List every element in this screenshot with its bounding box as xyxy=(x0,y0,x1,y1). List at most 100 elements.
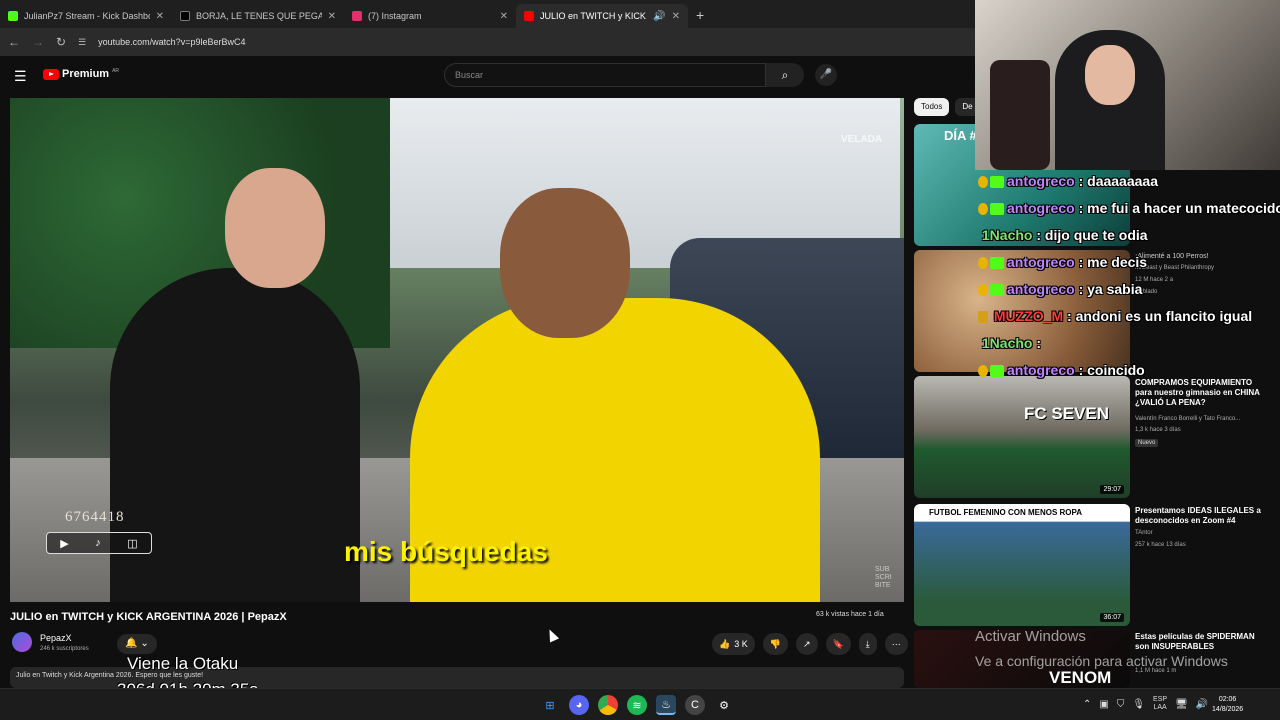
country-code: AR xyxy=(112,68,120,74)
streamer-webcam xyxy=(975,0,1280,170)
activate-line-2: Ve a configuración para activar Windows xyxy=(975,653,1228,669)
network-icon[interactable]: 🖥 xyxy=(1175,699,1188,710)
more-icon: ⋯ xyxy=(891,638,901,649)
velada-watermark: VELADA xyxy=(841,134,883,145)
badge-icon xyxy=(978,176,988,189)
recommended-channel: TAntor xyxy=(1135,530,1153,536)
system-clock[interactable]: 02:06 14/8/2026 xyxy=(1212,695,1243,715)
webcam-face xyxy=(1085,45,1135,105)
filter-chips: Todos De xyxy=(914,98,980,116)
chevron-up-icon[interactable]: ⌃ xyxy=(1083,699,1091,710)
youtube-icon: ▶ xyxy=(60,537,69,550)
instagram-icon xyxy=(352,11,362,21)
kick-icon xyxy=(990,203,1004,216)
share-button[interactable]: ↗ xyxy=(795,633,818,655)
kick-icon xyxy=(990,176,1004,189)
search-input[interactable]: Buscar xyxy=(444,63,766,87)
language-indicator[interactable]: ESP LAA xyxy=(1153,696,1167,712)
dislike-button[interactable]: 👎 xyxy=(762,633,788,655)
thumbnail-text: FC SEVEN xyxy=(1024,404,1110,423)
taskbar-apps: ⊞ ◕ ≋ ♨ C ⚙ xyxy=(540,695,734,715)
download-icon: ⤓ xyxy=(865,638,870,649)
recommended-meta: 257 k hace 13 días xyxy=(1135,542,1186,548)
stream-overlay-title: Viene la Otaku xyxy=(127,654,239,673)
save-button[interactable]: 🔖 xyxy=(825,633,851,655)
thumbs-up-icon: 👍 xyxy=(719,638,731,649)
thumbnail-text: FUTBOL FEMENINO CON MENOS ROPA xyxy=(929,508,1083,517)
steam-icon[interactable]: ♨ xyxy=(656,695,676,715)
chip-todos[interactable]: Todos xyxy=(914,98,950,116)
close-icon[interactable]: ✕ xyxy=(500,11,508,22)
reload-icon[interactable]: ↻ xyxy=(56,35,66,49)
spotify-icon[interactable]: ≋ xyxy=(627,695,647,715)
speaker-icon[interactable]: 🔊 xyxy=(653,11,665,22)
close-icon[interactable]: ✕ xyxy=(156,11,164,22)
app-tray-icon[interactable]: ▣ xyxy=(1099,699,1108,710)
youtube-logo[interactable]: Premium AR xyxy=(43,68,119,80)
new-badge: Nuevo xyxy=(1135,439,1159,447)
mouse-cursor xyxy=(544,627,560,643)
stream-chat-overlay: antogreco : daaaaaaaa antogreco : me fui… xyxy=(978,168,1280,384)
new-tab-button[interactable]: + xyxy=(688,7,712,28)
settings-icon[interactable]: ⚙ xyxy=(714,695,734,715)
tiktok-icon: ♪ xyxy=(95,537,101,549)
site-info-icon[interactable]: ☰ xyxy=(78,37,86,48)
crown-icon xyxy=(978,311,988,324)
bookmark-icon: 🔖 xyxy=(832,638,844,649)
twitch-icon: ◫ xyxy=(127,537,138,550)
microphone-icon: 🎤 xyxy=(819,69,833,80)
more-button[interactable]: ⋯ xyxy=(884,633,908,655)
recommended-video[interactable]: FUTBOL FEMENINO CON MENOS ROPA 36:07 Pre… xyxy=(914,504,1274,626)
recommended-title: Presentamos IDEAS ILEGALES a desconocido… xyxy=(1135,506,1261,525)
microphone-icon[interactable]: 🎙 xyxy=(1132,699,1145,710)
back-icon[interactable]: ← xyxy=(8,35,20,49)
video-title: JULIO en TWITCH y KICK ARGENTINA 2026 | … xyxy=(10,611,287,623)
discord-icon[interactable]: ◕ xyxy=(569,695,589,715)
kick-icon xyxy=(8,11,18,21)
search-icon: ⌕ xyxy=(781,68,789,82)
shield-icon[interactable]: ⛉ xyxy=(1117,699,1125,710)
recommended-channel: Valentín Franco Borrelli y Tato Franco..… xyxy=(1135,416,1241,422)
clock-date: 14/8/2026 xyxy=(1212,706,1244,713)
close-icon[interactable]: ✕ xyxy=(328,11,336,22)
webcam-chair xyxy=(990,60,1050,170)
video-duration: 36:07 xyxy=(1100,613,1124,622)
tab-kick-dashboard[interactable]: JulianPz7 Stream - Kick Dashbo ✕ xyxy=(0,4,172,28)
windows-taskbar: ⊞ ◕ ≋ ♨ C ⚙ ⌃ ▣ ⛉ 🎙 ESP LAA 🖥 🔊 02:06 14/… xyxy=(0,688,1280,720)
tab-youtube-video[interactable]: JULIO en TWITCH y KICK AR🔊✕ xyxy=(516,4,688,28)
volume-icon[interactable]: 🔊 xyxy=(1196,699,1208,710)
chat-message: antogreco : me decis xyxy=(978,249,1280,276)
video-subtitle: mis búsquedas xyxy=(344,536,548,567)
notification-bell-button[interactable]: 🔔 ⌄ xyxy=(117,634,157,654)
tab-instagram[interactable]: (7) Instagram ✕ xyxy=(344,4,516,28)
kick-icon xyxy=(990,284,1004,297)
url-field[interactable]: youtube.com/watch?v=p9leBerBwC4 xyxy=(98,37,245,47)
windows-start-icon[interactable]: ⊞ xyxy=(540,695,560,715)
video-player[interactable]: VELADA 6764418 ▶ ♪ ◫ mis búsquedas SUB S… xyxy=(10,98,904,602)
video-duration: 29:07 xyxy=(1100,485,1124,494)
x-icon xyxy=(180,11,190,21)
subscribe-watermark: SUB SCRI BITE xyxy=(875,566,892,589)
download-button[interactable]: ⤓ xyxy=(858,633,877,655)
badge-icon xyxy=(978,284,988,297)
share-icon: ↗ xyxy=(802,638,811,649)
channel-avatar[interactable] xyxy=(12,632,32,652)
tab-x-post[interactable]: BORJA, LE TENES QUE PEGAR A✕ xyxy=(172,4,344,28)
activate-windows-watermark: Activar Windows Ve a configuración para … xyxy=(975,625,1228,673)
kick-icon xyxy=(990,257,1004,270)
search-button[interactable]: ⌕ xyxy=(766,63,804,87)
video-actions: 👍 3 K 👎 ↗ 🔖 ⤓ ⋯ xyxy=(712,633,908,655)
like-button[interactable]: 👍 3 K xyxy=(712,633,755,655)
channel-name[interactable]: PepazX xyxy=(40,633,72,643)
obs-icon[interactable]: C xyxy=(685,695,705,715)
forward-icon[interactable]: → xyxy=(32,35,44,49)
recommended-video[interactable]: FC SEVEN 29:07 COMPRAMOS EQUIPAMIENTO pa… xyxy=(914,376,1274,498)
chat-message: 1Nacho : dijo que te odia xyxy=(981,227,1148,243)
video-thumbnail: FC SEVEN xyxy=(914,376,1130,498)
close-icon[interactable]: ✕ xyxy=(672,11,680,22)
kick-icon xyxy=(990,365,1004,378)
chat-message: antogreco : daaaaaaaa xyxy=(978,168,1280,195)
voice-search-button[interactable]: 🎤 xyxy=(815,64,837,86)
chrome-icon[interactable] xyxy=(598,695,618,715)
hamburger-menu-icon[interactable]: ☰ xyxy=(14,68,27,85)
